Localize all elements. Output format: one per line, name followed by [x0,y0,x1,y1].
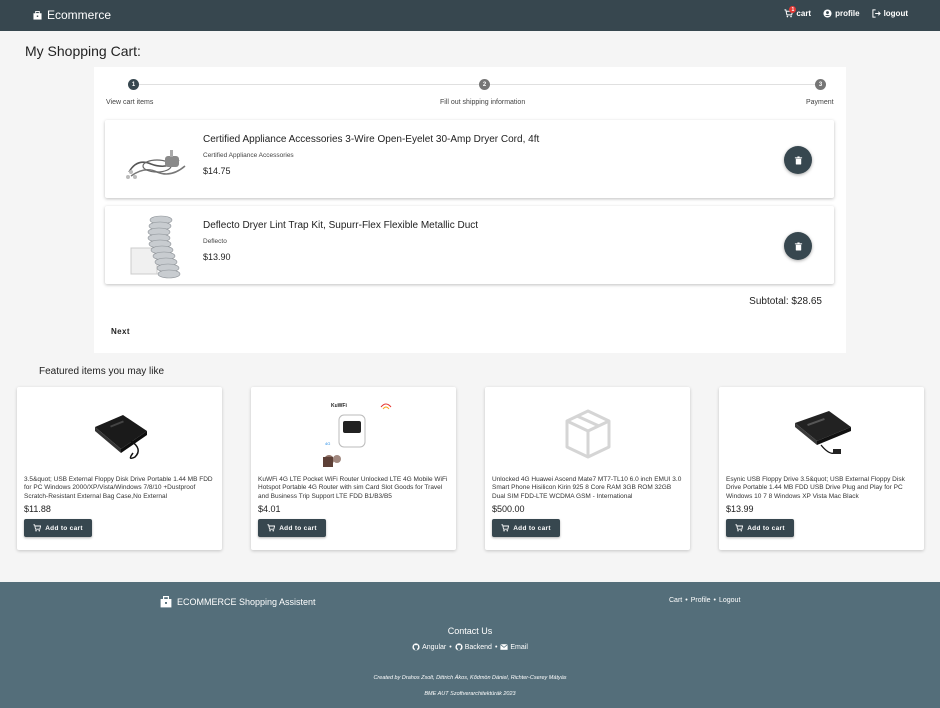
envelope-icon [500,644,509,650]
brand-link[interactable]: Ecommerce [33,8,111,22]
nav-profile[interactable]: profile [823,9,860,18]
cart-panel: 1 View cart items 2 Fill out shipping in… [94,67,846,353]
store-icon [160,596,172,608]
product-price: $13.99 [726,504,754,514]
nav-cart[interactable]: 1 cart [784,6,812,18]
footer-brand-name: ECOMMERCE Shopping Assistent [177,597,316,607]
footer-nav: Cart • Profile • Logout [669,597,740,604]
cart-icon [267,524,276,532]
add-to-cart-button[interactable]: Add to cart [726,519,794,537]
cart-count-badge: 1 [789,6,797,13]
floppy-drive-bag-image [94,415,147,460]
step-2-label[interactable]: Fill out shipping information [440,99,525,106]
account-circle-icon [823,9,832,18]
dryer-duct-image [130,215,181,279]
footer-link-profile[interactable]: Profile [691,597,711,604]
add-to-cart-label: Add to cart [513,524,551,532]
cart-item-name[interactable]: Certified Appliance Accessories 3-Wire O… [203,134,539,145]
product-description[interactable]: 3.5&quot; USB External Floppy Disk Drive… [24,476,215,501]
step-1-label[interactable]: View cart items [106,99,153,106]
contact-link-angular[interactable]: Angular [412,643,446,651]
footer-separator: • [713,597,716,604]
cart-item: Certified Appliance Accessories 3-Wire O… [105,120,834,198]
featured-section-title: Featured items you may like [39,366,165,377]
footer-separator: • [494,643,498,651]
step-3-indicator[interactable]: 3 [815,79,826,90]
footer-link-cart[interactable]: Cart [669,597,682,604]
logout-icon [871,9,881,18]
contact-link-angular-label: Angular [422,643,447,651]
cart-item-price: $13.90 [203,252,231,262]
product-price: $500.00 [492,504,525,514]
product-card: 3.5&quot; USB External Floppy Disk Drive… [17,387,222,550]
nav-logout-label: logout [883,9,908,18]
product-card: Esynic USB Floppy Drive 3.5&quot; USB Ex… [719,387,924,550]
contact-link-email[interactable]: Email [500,643,528,651]
footer-brand: ECOMMERCE Shopping Assistent [160,596,316,608]
trash-icon [794,241,802,251]
remove-item-button[interactable] [784,232,812,260]
floppy-drive-image [794,411,851,454]
top-navbar: Ecommerce 1 cart profile logout [0,0,940,31]
footer-credits: Created by Drahos Zsolt, Dittrich Ákos, … [373,675,567,681]
footer-link-logout[interactable]: Logout [719,597,740,604]
github-icon [455,643,463,651]
cart-icon [735,524,744,532]
cart-icon [33,524,42,532]
add-to-cart-label: Add to cart [747,524,785,532]
wifi-router-image: KuWFi 4G [322,403,391,467]
contact-link-backend-label: Backend [464,643,492,651]
trash-icon [794,155,802,165]
step-1-indicator[interactable]: 1 [128,79,139,90]
product-price: $11.88 [24,504,51,514]
product-description[interactable]: KuWFi 4G LTE Pocket WiFi Router Unlocked… [258,476,449,501]
step-3-label[interactable]: Payment [806,99,834,106]
brand-name: Ecommerce [47,8,112,22]
add-to-cart-button[interactable]: Add to cart [258,519,326,537]
step-2-indicator[interactable]: 2 [479,79,490,90]
cart-item-price: $14.75 [203,166,231,176]
footer-separator: • [685,597,688,604]
product-card: Unlocked 4G Huawei Ascend Mate7 MT7-TL10… [485,387,690,550]
cart-item-brand: Deflecto [203,238,227,245]
remove-item-button[interactable] [784,146,812,174]
cart-subtotal: Subtotal: $28.65 [749,296,822,307]
product-card: KuWFi 4G KuWFi 4G LTE Pocket WiFi Router… [251,387,456,550]
footer-course: BME AUT Szoftverarchitektúrák 2023 [424,691,516,697]
nav-profile-label: profile [835,9,860,18]
footer: ECOMMERCE Shopping Assistent Cart • Prof… [0,582,940,708]
package-placeholder-icon [565,409,610,459]
contact-link-backend[interactable]: Backend [455,643,492,651]
stepper-line [133,84,821,85]
add-to-cart-button[interactable]: Add to cart [492,519,560,537]
contact-title: Contact Us [447,626,493,636]
github-icon [412,643,420,651]
cart-item: Deflecto Dryer Lint Trap Kit, Supurr-Fle… [105,206,834,284]
svg-text:4G: 4G [325,441,330,446]
cart-item-brand: Certified Appliance Accessories [203,152,294,159]
contact-link-email-label: Email [510,643,528,651]
dryer-cord-image [126,150,186,179]
page-title: My Shopping Cart: [25,43,141,59]
contact-links: Angular • Backend • Email [0,643,940,651]
store-icon [33,10,42,20]
nav-cart-label: cart [796,9,812,18]
footer-separator: • [449,643,452,651]
product-description[interactable]: Esynic USB Floppy Drive 3.5&quot; USB Ex… [726,476,917,501]
add-to-cart-label: Add to cart [45,524,83,532]
product-description[interactable]: Unlocked 4G Huawei Ascend Mate7 MT7-TL10… [492,476,683,501]
cart-icon [501,524,510,532]
nav-logout[interactable]: logout [871,9,908,18]
add-to-cart-button[interactable]: Add to cart [24,519,92,537]
add-to-cart-label: Add to cart [279,524,317,532]
cart-item-name[interactable]: Deflecto Dryer Lint Trap Kit, Supurr-Fle… [203,220,478,231]
next-button[interactable]: Next [111,327,130,336]
product-price: $4.01 [258,504,281,514]
wifi-router-image-brand: KuWFi [331,403,347,409]
